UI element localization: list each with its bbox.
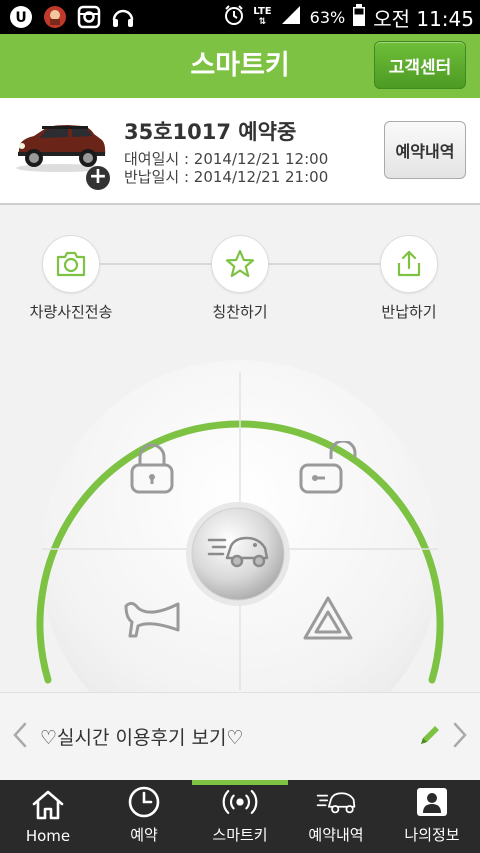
review-banner[interactable]: ♡실시간 이용후기 보기♡ (0, 692, 480, 780)
praise-action[interactable]: 칭찬하기 (180, 235, 300, 322)
action-label: 차량사진전송 (29, 303, 113, 321)
lte-icon: LTE ⇅ (253, 6, 272, 28)
nav-history[interactable]: 예약내역 (288, 780, 384, 853)
chat-avatar-icon (42, 4, 68, 30)
return-datetime: 반납일시 : 2014/12/21 21:00 (124, 168, 329, 186)
signal-icon (280, 4, 302, 30)
signal-broadcast-icon (220, 784, 260, 820)
battery-percent: 63% (309, 7, 346, 27)
nav-label: 나의정보 (404, 826, 460, 844)
notification-icons: U (8, 4, 136, 30)
unlock-icon (299, 439, 357, 499)
nav-label: 예약내역 (308, 826, 364, 844)
status-bar: U LTE ⇅ 63% 오전 11:45 (0, 0, 480, 34)
engine-start-button[interactable] (188, 502, 288, 602)
battery-icon (353, 4, 366, 30)
system-status: LTE ⇅ 63% 오전 11:45 (223, 2, 474, 32)
action-label: 칭찬하기 (212, 303, 268, 321)
car-speed-icon (207, 530, 269, 574)
clock: 오전 11:45 (373, 6, 474, 31)
horn-icon (122, 596, 182, 644)
horn-button[interactable] (92, 570, 212, 670)
instagram-icon (76, 4, 102, 30)
car-speed-icon (316, 784, 356, 820)
camera-icon[interactable] (42, 235, 100, 293)
chevron-right-icon[interactable] (450, 721, 470, 749)
hazard-icon (302, 595, 354, 645)
reservation-card: + 35호1017 예약중 대여일시 : 2014/12/21 12:00 반납… (0, 98, 480, 205)
chevron-left-icon[interactable] (10, 721, 30, 749)
unlock-button[interactable] (268, 420, 388, 520)
pencil-icon[interactable] (418, 723, 442, 747)
nav-my-info[interactable]: 나의정보 (384, 780, 480, 853)
svg-text:U: U (15, 10, 26, 26)
review-link-text[interactable]: ♡실시간 이용후기 보기♡ (40, 723, 243, 750)
app-header: 스마트키 고객센터 (0, 34, 480, 98)
nav-label: Home (25, 827, 71, 845)
return-car-action[interactable]: 반납하기 (349, 235, 469, 322)
customer-center-button[interactable]: 고객센터 (374, 41, 466, 89)
bottom-navigation: Home 예약 스마트키 예약내역 나의정보 (0, 780, 480, 853)
smartkey-dial (0, 340, 480, 692)
nav-reserve[interactable]: 예약 (96, 780, 192, 853)
nav-label: 예약 (130, 826, 158, 844)
share-icon[interactable] (380, 235, 438, 293)
clock-icon (124, 784, 164, 820)
add-photo-icon[interactable]: + (86, 166, 110, 190)
send-car-photo-action[interactable]: 차량사진전송 (11, 235, 131, 322)
lock-icon (128, 441, 176, 499)
nav-label: 스마트키 (212, 826, 268, 844)
nav-smartkey[interactable]: 스마트키 (192, 780, 288, 853)
nav-home[interactable]: Home (0, 780, 96, 853)
star-icon[interactable] (211, 235, 269, 293)
alarm-icon (223, 4, 245, 30)
headphones-icon (110, 4, 136, 30)
reservation-title: 35호1017 예약중 (124, 120, 297, 144)
hazard-button[interactable] (268, 570, 388, 670)
action-label: 반납하기 (381, 303, 437, 321)
profile-icon (412, 784, 452, 820)
network-type: LTE (253, 6, 272, 17)
u-plus-icon: U (8, 4, 34, 30)
lock-button[interactable] (92, 420, 212, 520)
home-icon (28, 787, 68, 823)
reservation-history-button[interactable]: 예약내역 (384, 121, 466, 179)
